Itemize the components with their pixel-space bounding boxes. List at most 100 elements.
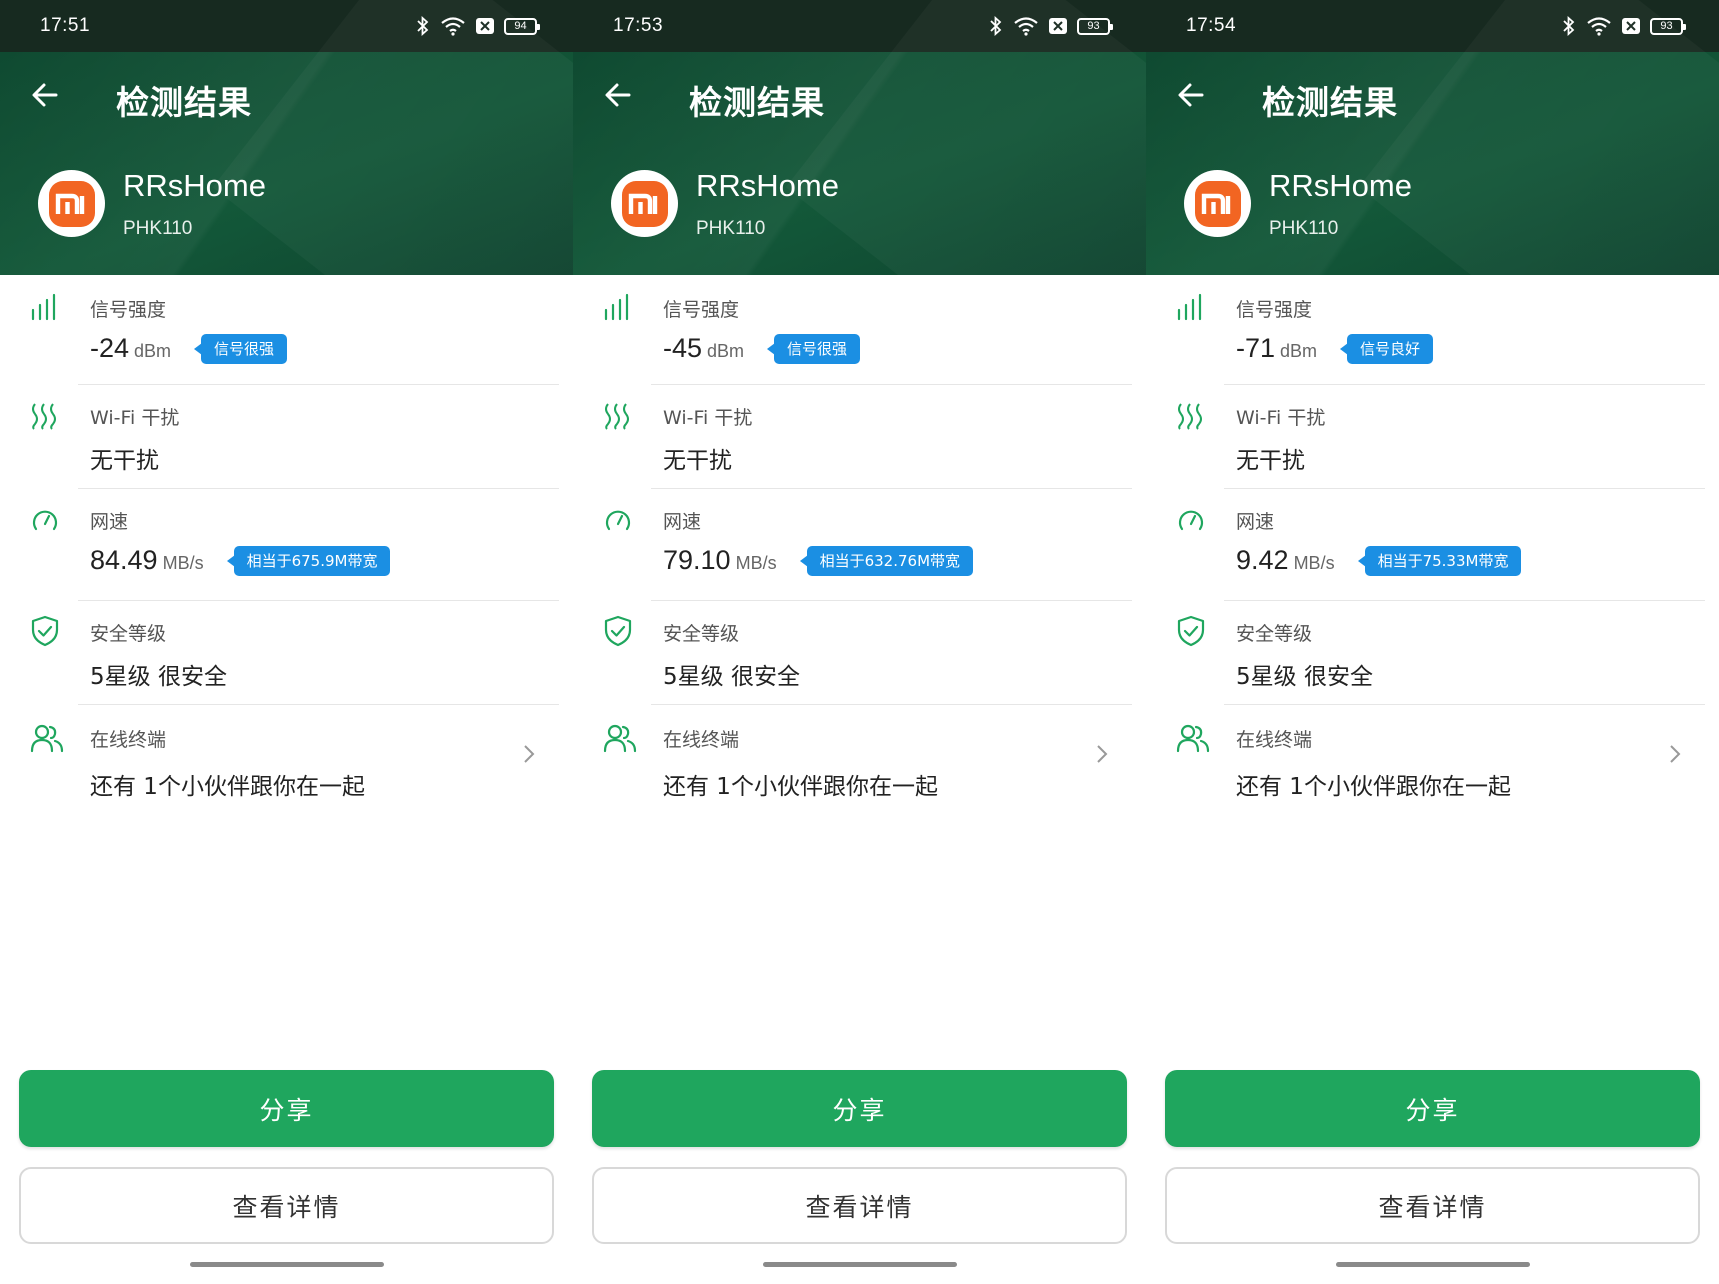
security-level-value: 5星级 很安全 bbox=[663, 664, 800, 690]
online-devices-row[interactable]: 在线终端 还有 1个小伙伴跟你在一起 bbox=[1146, 705, 1719, 815]
online-devices-value: 还有 1个小伙伴跟你在一起 bbox=[663, 774, 938, 800]
network-speed-value: 84.49 MB/s 相当于675.9M带宽 bbox=[90, 545, 391, 576]
router-avatar bbox=[38, 170, 105, 237]
page-title: 检测结果 bbox=[689, 83, 825, 122]
home-indicator[interactable] bbox=[762, 1262, 957, 1267]
signal-strength-label: 信号强度 bbox=[90, 299, 167, 321]
view-details-button[interactable]: 查看详情 bbox=[19, 1167, 554, 1244]
status-time: 17:53 bbox=[613, 15, 664, 36]
screenshot-stage: 17:51 94 检测结果 bbox=[0, 0, 1719, 1284]
security-level-label: 安全等级 bbox=[90, 623, 167, 645]
online-devices-label: 在线终端 bbox=[90, 729, 167, 751]
phone-screen-1: 17:51 94 检测结果 bbox=[0, 0, 573, 1284]
signal-bars-icon bbox=[30, 293, 60, 323]
result-header: 检测结果 RRsHome PHK110 bbox=[573, 52, 1146, 275]
bandwidth-badge: 相当于675.9M带宽 bbox=[226, 545, 391, 576]
signal-strength-value: -45 dBm 信号很强 bbox=[663, 333, 861, 364]
signal-dbm-value: -45 bbox=[663, 333, 703, 363]
speed-number: 84.49 bbox=[90, 545, 158, 575]
chevron-right-icon[interactable] bbox=[521, 743, 537, 765]
chevron-right-icon[interactable] bbox=[1094, 743, 1110, 765]
status-time: 17:54 bbox=[1186, 15, 1237, 36]
online-devices-value: 还有 1个小伙伴跟你在一起 bbox=[1236, 774, 1511, 800]
security-level-label: 安全等级 bbox=[1236, 623, 1313, 645]
network-speed-value: 79.10 MB/s 相当于632.76M带宽 bbox=[663, 545, 974, 576]
chevron-right-icon[interactable] bbox=[1667, 743, 1683, 765]
network-speed-label: 网速 bbox=[663, 511, 702, 533]
users-icon bbox=[603, 723, 637, 753]
speed-number: 9.42 bbox=[1236, 545, 1289, 575]
signal-unit: dBm bbox=[707, 341, 745, 361]
home-indicator[interactable] bbox=[1335, 1262, 1530, 1267]
network-speed-row: 网速 79.10 MB/s 相当于632.76M带宽 bbox=[573, 489, 1146, 601]
wifi-interference-label: Wi-Fi 干扰 bbox=[1236, 407, 1326, 429]
security-level-row: 安全等级 5星级 很安全 bbox=[0, 601, 573, 705]
shield-check-icon bbox=[603, 615, 633, 647]
network-speed-label: 网速 bbox=[90, 511, 129, 533]
online-devices-value: 还有 1个小伙伴跟你在一起 bbox=[90, 774, 365, 800]
mi-logo-icon bbox=[48, 180, 95, 227]
router-avatar bbox=[1184, 170, 1251, 237]
share-button[interactable]: 分享 bbox=[592, 1070, 1127, 1147]
wifi-interference-value: 无干扰 bbox=[90, 448, 159, 474]
speed-unit: MB/s bbox=[1293, 553, 1335, 573]
network-speed-label: 网速 bbox=[1236, 511, 1275, 533]
users-icon bbox=[30, 723, 64, 753]
result-list: 信号强度 -71 dBm 信号良好 Wi-Fi 干扰 无干扰 网速 9.42 M… bbox=[1146, 275, 1719, 815]
signal-dbm-value: -71 bbox=[1236, 333, 1276, 363]
device-model: PHK110 bbox=[696, 218, 766, 239]
security-level-value: 5星级 很安全 bbox=[1236, 664, 1373, 690]
wave-interference-icon bbox=[603, 401, 633, 431]
online-devices-row[interactable]: 在线终端 还有 1个小伙伴跟你在一起 bbox=[573, 705, 1146, 815]
arrow-left-icon[interactable] bbox=[603, 79, 635, 111]
wave-interference-icon bbox=[1176, 401, 1206, 431]
signal-quality-badge: 信号良好 bbox=[1340, 333, 1434, 364]
device-name: RRsHome bbox=[696, 168, 839, 203]
result-header: 检测结果 RRsHome PHK110 bbox=[0, 52, 573, 275]
signal-dbm-value: -24 bbox=[90, 333, 130, 363]
wifi-interference-value: 无干扰 bbox=[663, 448, 732, 474]
wifi-interference-row: Wi-Fi 干扰 无干扰 bbox=[0, 385, 573, 489]
mi-logo-icon bbox=[1194, 180, 1241, 227]
device-model: PHK110 bbox=[1269, 218, 1339, 239]
status-time: 17:51 bbox=[40, 15, 91, 36]
wifi-interference-label: Wi-Fi 干扰 bbox=[90, 407, 180, 429]
shield-check-icon bbox=[30, 615, 60, 647]
online-devices-label: 在线终端 bbox=[663, 729, 740, 751]
signal-bars-icon bbox=[603, 293, 633, 323]
result-header: 检测结果 RRsHome PHK110 bbox=[1146, 52, 1719, 275]
signal-strength-row: 信号强度 -71 dBm 信号良好 bbox=[1146, 275, 1719, 385]
result-list: 信号强度 -45 dBm 信号很强 Wi-Fi 干扰 无干扰 网速 79.10 … bbox=[573, 275, 1146, 815]
network-speed-row: 网速 9.42 MB/s 相当于75.33M带宽 bbox=[1146, 489, 1719, 601]
wifi-interference-label: Wi-Fi 干扰 bbox=[663, 407, 753, 429]
home-indicator[interactable] bbox=[189, 1262, 384, 1267]
online-devices-row[interactable]: 在线终端 还有 1个小伙伴跟你在一起 bbox=[0, 705, 573, 815]
wave-interference-icon bbox=[30, 401, 60, 431]
phone-screen-2: 17:53 93 检测结果 bbox=[573, 0, 1146, 1284]
shield-check-icon bbox=[1176, 615, 1206, 647]
signal-strength-value: -71 dBm 信号良好 bbox=[1236, 333, 1434, 364]
signal-strength-label: 信号强度 bbox=[1236, 299, 1313, 321]
speed-number: 79.10 bbox=[663, 545, 731, 575]
view-details-button[interactable]: 查看详情 bbox=[1165, 1167, 1700, 1244]
arrow-left-icon[interactable] bbox=[30, 79, 62, 111]
signal-strength-value: -24 dBm 信号很强 bbox=[90, 333, 288, 364]
signal-unit: dBm bbox=[1280, 341, 1318, 361]
share-button[interactable]: 分享 bbox=[1165, 1070, 1700, 1147]
speedometer-icon bbox=[603, 505, 633, 535]
speedometer-icon bbox=[30, 505, 60, 535]
online-devices-label: 在线终端 bbox=[1236, 729, 1313, 751]
signal-quality-badge: 信号很强 bbox=[767, 333, 861, 364]
view-details-button[interactable]: 查看详情 bbox=[592, 1167, 1127, 1244]
device-name: RRsHome bbox=[1269, 168, 1412, 203]
router-avatar bbox=[611, 170, 678, 237]
network-speed-value: 9.42 MB/s 相当于75.33M带宽 bbox=[1236, 545, 1522, 576]
mi-logo-icon bbox=[621, 180, 668, 227]
security-level-row: 安全等级 5星级 很安全 bbox=[1146, 601, 1719, 705]
network-speed-row: 网速 84.49 MB/s 相当于675.9M带宽 bbox=[0, 489, 573, 601]
page-title: 检测结果 bbox=[1262, 83, 1398, 122]
share-button[interactable]: 分享 bbox=[19, 1070, 554, 1147]
arrow-left-icon[interactable] bbox=[1176, 79, 1208, 111]
speed-unit: MB/s bbox=[162, 553, 204, 573]
users-icon bbox=[1176, 723, 1210, 753]
